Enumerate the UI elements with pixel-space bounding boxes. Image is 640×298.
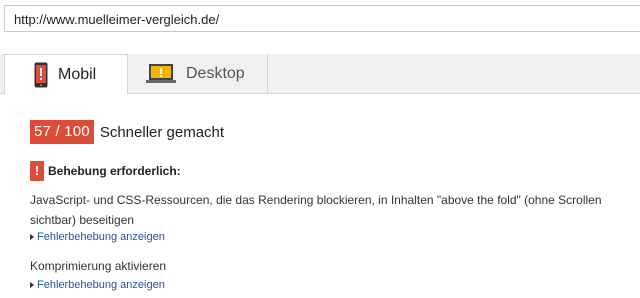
tab-mobile-label: Mobil [58, 65, 97, 83]
show-fix-link[interactable]: Fehlerbehebung anzeigen [30, 231, 165, 243]
url-bar[interactable]: http://www.muelleimer-vergleich.de/ [4, 5, 640, 32]
url-text[interactable]: http://www.muelleimer-vergleich.de/ [14, 12, 219, 27]
rule-description: Komprimierung aktivieren [30, 259, 167, 273]
laptop-icon [146, 63, 176, 85]
tab-mobile[interactable]: Mobil [4, 54, 128, 95]
tab-desktop[interactable]: Desktop [128, 54, 268, 94]
score-row: 57 / 100 Schneller gemacht [30, 120, 224, 144]
device-tabbar: Mobil Desktop [0, 54, 640, 95]
exclamation-icon: ! [30, 161, 44, 181]
score-badge: 57 / 100 [30, 120, 94, 144]
rule-description: JavaScript- und CSS-Ressourcen, die das … [30, 193, 602, 227]
score-title: Schneller gemacht [99, 123, 225, 141]
fix-required-label: Behebung erforderlich: [48, 164, 181, 178]
show-fix-link-label: Fehlerbehebung anzeigen [37, 231, 165, 243]
triangle-right-icon [30, 282, 34, 288]
phone-icon [34, 62, 48, 88]
triangle-right-icon [30, 234, 34, 240]
tab-desktop-label: Desktop [186, 65, 245, 82]
show-fix-link[interactable]: Fehlerbehebung anzeigen [30, 279, 165, 291]
show-fix-link-label: Fehlerbehebung anzeigen [37, 279, 165, 291]
fix-required-heading: ! Behebung erforderlich: [30, 161, 181, 181]
